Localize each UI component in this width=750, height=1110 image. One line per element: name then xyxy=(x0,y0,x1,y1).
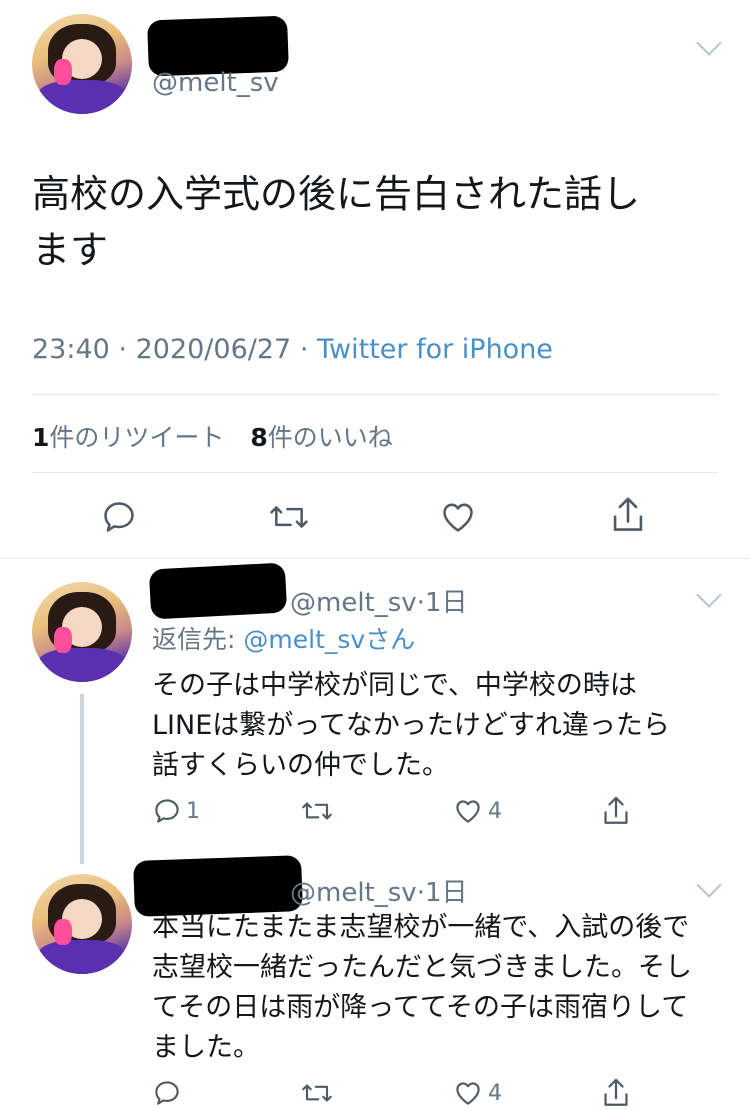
tweet-time: 23:40 xyxy=(32,334,110,365)
tweet-meta: 23:40 · 2020/06/27 · Twitter for iPhone xyxy=(32,334,553,365)
separator: · xyxy=(416,588,425,618)
reply-count: 1 xyxy=(186,798,200,824)
like-button[interactable]: 4 xyxy=(452,796,502,826)
share-icon xyxy=(613,497,643,531)
retweet-icon xyxy=(302,802,332,820)
chevron-down-icon[interactable] xyxy=(696,872,722,898)
reply-icon xyxy=(155,1081,179,1105)
retweet-stat[interactable]: 1件のリツイート xyxy=(32,423,232,452)
reply-text-line: その子は中学校が同じで、中学校の時は xyxy=(152,670,637,701)
separator: · xyxy=(299,334,309,365)
tweet-source-link[interactable]: Twitter for iPhone xyxy=(317,334,553,365)
thread-line xyxy=(80,694,84,864)
reply-button[interactable]: 1 xyxy=(152,796,200,826)
reply-text-line: ました。 xyxy=(152,1032,260,1063)
reply-to-prefix: 返信先: xyxy=(152,625,236,654)
like-count: 4 xyxy=(488,798,502,824)
tweet-text: 高校の入学式の後に告白された話し ます xyxy=(32,166,640,278)
like-count: 8 xyxy=(250,423,268,452)
retweet-button[interactable] xyxy=(300,796,334,826)
user-handle[interactable]: @melt_sv xyxy=(152,68,279,98)
reply-text: 本当にたまたま志望校が一緒で、入試の後で 志望校一緒だったんだと気づきました。そ… xyxy=(152,908,692,1068)
share-icon xyxy=(604,1078,628,1106)
retweet-count: 1 xyxy=(32,423,50,452)
avatar[interactable] xyxy=(32,874,132,974)
reply-button[interactable] xyxy=(152,1078,182,1108)
separator: · xyxy=(118,334,127,365)
share-icon xyxy=(604,796,628,824)
divider xyxy=(32,472,718,473)
share-button[interactable] xyxy=(600,1076,632,1110)
reply-text-line: てその日は雨が降っててその子は雨宿りして xyxy=(152,992,689,1023)
chevron-down-icon[interactable] xyxy=(696,30,722,56)
like-button[interactable] xyxy=(438,498,478,536)
user-handle[interactable]: @melt_sv xyxy=(290,588,417,618)
reply-text-line: 本当にたまたま志望校が一緒で、入試の後で xyxy=(152,912,690,943)
reply-age: 1日 xyxy=(424,588,468,618)
reply-button[interactable] xyxy=(100,498,138,536)
retweet-icon xyxy=(270,506,308,528)
avatar[interactable] xyxy=(32,14,132,114)
like-stat[interactable]: 8件のいいね xyxy=(250,423,392,452)
user-handle[interactable]: @melt_sv xyxy=(290,878,417,908)
retweet-icon xyxy=(302,1084,332,1102)
reply-text-line: 話すくらいの仲でした。 xyxy=(152,750,449,781)
like-button[interactable]: 4 xyxy=(452,1078,502,1108)
reply-icon xyxy=(155,799,179,823)
reply-to: 返信先: @melt_svさん xyxy=(152,620,415,656)
share-button[interactable] xyxy=(600,794,632,828)
reply-age: 1日 xyxy=(424,878,468,908)
reply-text-line: LINEは繋がってなかったけどすれ違ったら xyxy=(152,710,670,741)
like-count: 4 xyxy=(488,1080,502,1106)
tweet-text-line: 高校の入学式の後に告白された話し xyxy=(32,172,641,216)
section-divider xyxy=(0,558,750,559)
reply-header: @melt_sv·1日 xyxy=(290,872,468,909)
like-icon xyxy=(443,503,473,532)
chevron-down-icon[interactable] xyxy=(696,582,722,608)
reply-header: @melt_sv·1日 xyxy=(290,582,468,619)
redacted-display-name xyxy=(148,562,288,620)
avatar[interactable] xyxy=(32,582,132,682)
reply-icon xyxy=(104,502,134,532)
like-icon xyxy=(456,1082,480,1105)
tweet-text-line: ます xyxy=(32,228,109,272)
like-icon xyxy=(456,800,480,823)
tweet-date: 2020/06/27 xyxy=(135,334,292,365)
retweet-button[interactable] xyxy=(300,1078,334,1108)
separator: · xyxy=(416,878,425,908)
reply-to-handle[interactable]: @melt_svさん xyxy=(243,625,415,654)
retweet-button[interactable] xyxy=(268,498,310,536)
retweet-label: 件のリツイート xyxy=(49,423,225,452)
reply-text: その子は中学校が同じで、中学校の時は LINEは繋がってなかったけどすれ違ったら… xyxy=(152,666,670,786)
engagement-stats: 1件のリツイート 8件のいいね xyxy=(32,418,393,454)
divider xyxy=(32,394,718,395)
share-button[interactable] xyxy=(608,494,648,536)
like-label: 件のいいね xyxy=(267,423,393,452)
reply-text-line: 志望校一緒だったんだと気づきました。そし xyxy=(152,952,692,983)
